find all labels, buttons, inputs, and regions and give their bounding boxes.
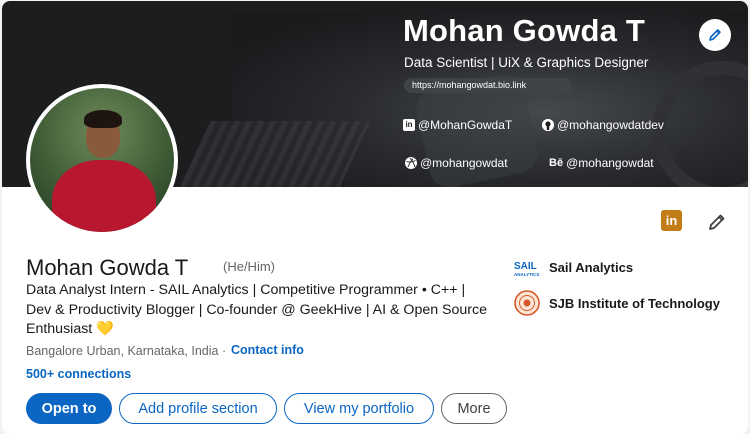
org-name: SJB Institute of Technology — [549, 295, 720, 311]
banner-social-github: @mohangowdatdev — [542, 118, 664, 132]
avatar-shirt — [52, 160, 156, 232]
banner-name: Mohan Gowda T — [403, 13, 645, 48]
more-button[interactable]: More — [441, 393, 507, 424]
social-handle: @MohanGowdaT — [418, 118, 513, 132]
separator-dot: · — [222, 344, 227, 358]
avatar-hair — [84, 110, 122, 128]
org-name: Sail Analytics — [549, 259, 634, 275]
pencil-icon — [709, 214, 725, 230]
banner-social-linkedin: in @MohanGowdaT — [403, 118, 512, 132]
logo-subtext: ANALYTICS — [514, 272, 539, 277]
profile-photo[interactable] — [26, 84, 178, 236]
banner-subtitle: Data Scientist | UiX & Graphics Designer — [404, 55, 649, 70]
banner-social-behance: Bē @mohangowdat — [549, 156, 654, 170]
edit-banner-button[interactable] — [699, 19, 731, 51]
banner-social-dribbble: @mohangowdat — [405, 156, 508, 170]
add-profile-section-button[interactable]: Add profile section — [119, 393, 277, 424]
logo-text: SAIL — [514, 261, 537, 272]
social-handle: @mohangowdat — [566, 156, 654, 170]
view-portfolio-button[interactable]: View my portfolio — [284, 393, 434, 424]
social-handle: @mohangowdat — [420, 156, 508, 170]
contact-info-link[interactable]: Contact info — [231, 343, 304, 357]
edit-intro-button[interactable] — [705, 210, 729, 234]
behance-icon: Bē — [549, 157, 564, 169]
linkedin-icon: in — [403, 119, 415, 131]
banner-keyboard-shape — [173, 121, 371, 187]
pencil-icon — [709, 29, 721, 41]
avatar-image — [30, 88, 174, 232]
banner-link: https://mohangowdat.bio.link — [404, 78, 572, 93]
open-to-button[interactable]: Open to — [26, 393, 112, 424]
linkedin-badge-icon[interactable]: in — [661, 210, 682, 231]
social-handle: @mohangowdatdev — [557, 118, 664, 132]
sjb-institute-logo — [513, 289, 541, 317]
connections-link[interactable]: 500+ connections — [26, 367, 131, 381]
org-sail-analytics[interactable]: SAIL ANALYTICS Sail Analytics — [513, 253, 633, 281]
sail-analytics-logo: SAIL ANALYTICS — [513, 253, 541, 281]
github-icon — [542, 119, 554, 131]
profile-location: Bangalore Urban, Karnataka, India — [26, 344, 219, 358]
profile-card: Mohan Gowda T Data Scientist | UiX & Gra… — [2, 1, 748, 434]
profile-pronouns: (He/Him) — [223, 259, 275, 274]
org-sjb-institute[interactable]: SJB Institute of Technology — [513, 289, 720, 317]
profile-name: Mohan Gowda T — [26, 255, 189, 280]
dribbble-icon — [405, 157, 417, 169]
profile-headline: Data Analyst Intern - SAIL Analytics | C… — [26, 282, 488, 337]
